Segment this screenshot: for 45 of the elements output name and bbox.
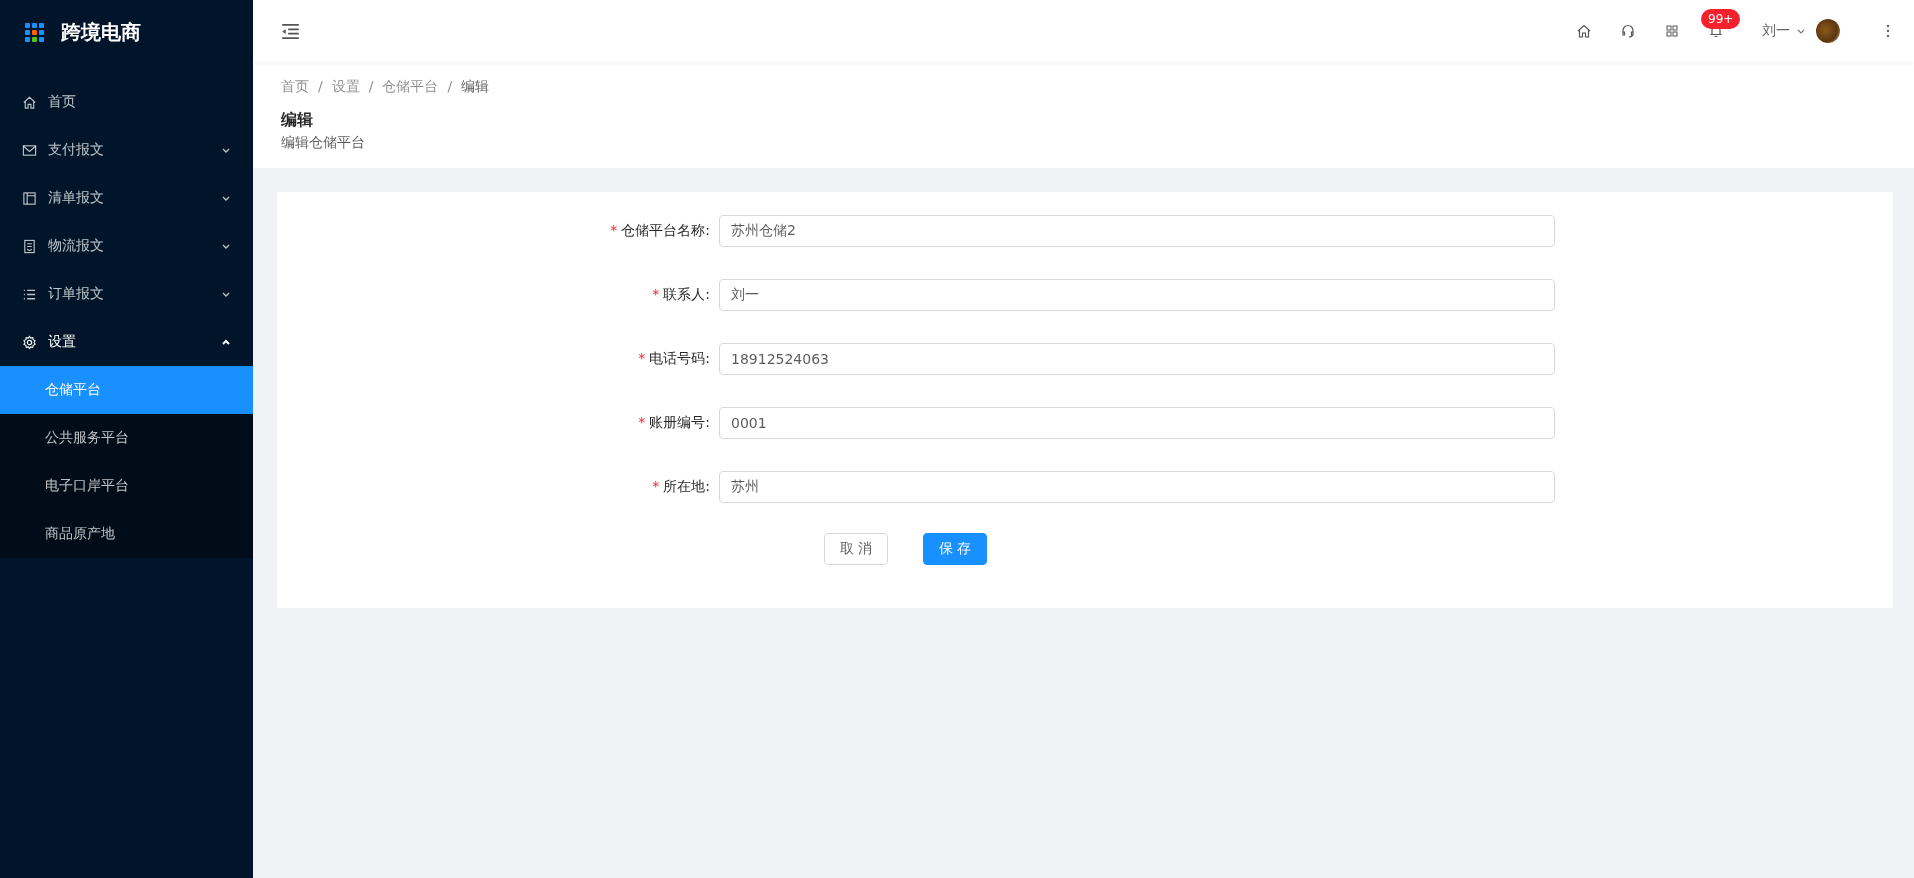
logo-icon	[25, 22, 44, 42]
input-field[interactable]: 苏州仓储2	[719, 215, 1555, 247]
input-field[interactable]: 苏州	[719, 471, 1555, 503]
input-field[interactable]: 0001	[719, 407, 1555, 439]
submenu-item[interactable]: 商品原产地	[0, 510, 253, 558]
field-label: 联系人:	[663, 286, 710, 302]
menu-item[interactable]: 设置	[0, 318, 253, 366]
menu-item[interactable]: 清单报文	[0, 174, 253, 222]
notification-badge: 99+	[1701, 9, 1741, 29]
document-icon	[22, 238, 37, 254]
input-field[interactable]: 刘一	[719, 279, 1555, 311]
menu-item[interactable]: 订单报文	[0, 270, 253, 318]
mail-icon	[22, 142, 37, 158]
required-mark: *	[638, 350, 646, 366]
breadcrumb-separator: /	[318, 78, 323, 96]
layout-icon	[22, 190, 37, 206]
home-icon	[22, 94, 37, 110]
grid-icon[interactable]	[1664, 23, 1680, 39]
field-label: 仓储平台名称:	[621, 222, 710, 238]
user-name[interactable]: 刘一	[1762, 22, 1790, 40]
field-label: 所在地:	[663, 478, 710, 494]
submenu-item[interactable]: 公共服务平台	[0, 414, 253, 462]
headset-icon[interactable]	[1620, 23, 1636, 39]
logo-text: 跨境电商	[61, 18, 141, 46]
input-field[interactable]: 18912524063	[719, 343, 1555, 375]
page-title: 编辑	[281, 110, 314, 131]
cancel-button[interactable]: 取 消	[824, 533, 888, 565]
required-mark: *	[652, 286, 660, 302]
required-mark: *	[638, 414, 646, 430]
breadcrumb-separator: /	[447, 78, 453, 96]
submenu-item[interactable]: 电子口岸平台	[0, 462, 253, 510]
menu-item[interactable]: 物流报文	[0, 222, 253, 270]
more-icon[interactable]	[1886, 24, 1890, 38]
page-subtitle: 编辑仓储平台	[281, 134, 366, 152]
required-mark: *	[652, 478, 660, 494]
settings-icon	[22, 334, 37, 350]
field-label: 账册编号:	[649, 414, 710, 430]
collapse-menu-icon[interactable]	[281, 21, 300, 41]
avatar[interactable]	[1816, 19, 1840, 43]
home-icon[interactable]	[1576, 23, 1592, 39]
menu-item[interactable]: 首页	[0, 78, 253, 126]
menu-item[interactable]: 支付报文	[0, 126, 253, 174]
field-label: 电话号码:	[649, 350, 710, 366]
breadcrumb-separator: /	[368, 78, 374, 96]
required-mark: *	[610, 222, 618, 238]
